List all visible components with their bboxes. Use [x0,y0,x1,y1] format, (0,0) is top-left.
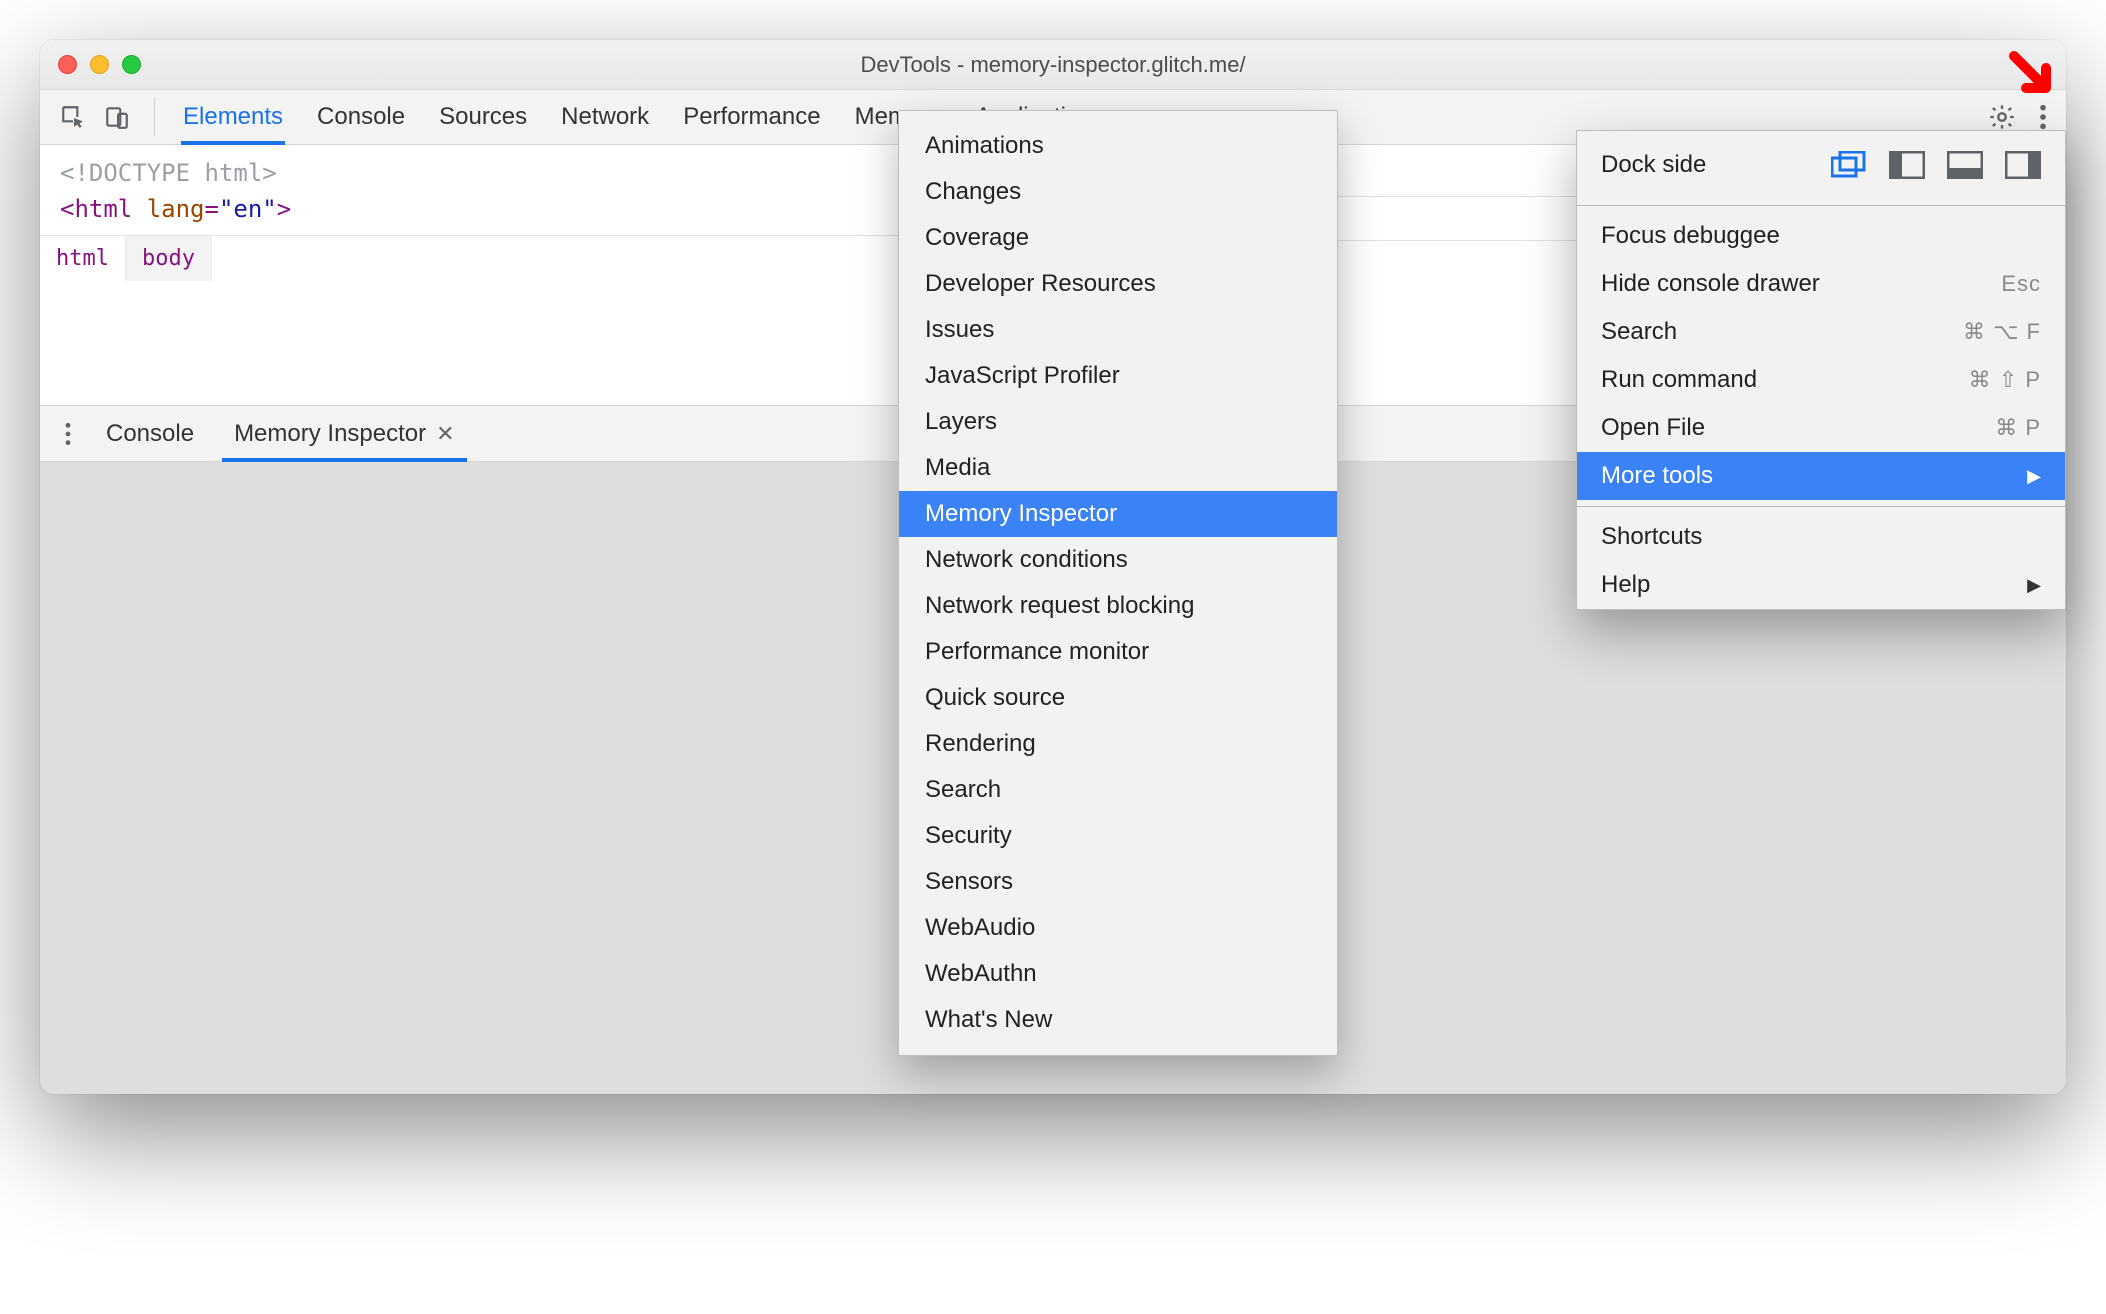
html-element-node[interactable]: <html lang="en"> [60,191,955,227]
more-tools-submenu: AnimationsChangesCoverageDeveloper Resou… [898,110,1338,1056]
menu-item-search[interactable]: Search⌘ ⌥ F [1577,308,2065,356]
divider [154,98,155,136]
submenu-item-rendering[interactable]: Rendering [899,721,1337,767]
tab-performance[interactable]: Performance [683,90,820,144]
submenu-item-media[interactable]: Media [899,445,1337,491]
menu-item-focus-debuggee[interactable]: Focus debuggee [1577,212,2065,260]
submenu-item-network-request-blocking[interactable]: Network request blocking [899,583,1337,629]
submenu-item-performance-monitor[interactable]: Performance monitor [899,629,1337,675]
tab-network[interactable]: Network [561,90,649,144]
inspect-element-icon[interactable] [60,104,86,130]
menu-item-open-file[interactable]: Open File⌘ P [1577,404,2065,452]
submenu-item-changes[interactable]: Changes [899,169,1337,215]
window-title: DevTools - memory-inspector.glitch.me/ [40,52,2066,78]
tab-elements[interactable]: Elements [183,90,283,144]
close-icon[interactable]: ✕ [436,421,454,447]
dock-side-row: Dock side [1577,131,2065,199]
window-titlebar: DevTools - memory-inspector.glitch.me/ [40,40,2066,90]
submenu-item-search[interactable]: Search [899,767,1337,813]
minimize-window-button[interactable] [90,55,109,74]
chevron-right-icon: ▶ [2027,575,2041,596]
settings-gear-icon[interactable] [1988,103,2016,131]
kebab-menu-icon[interactable] [2038,103,2048,131]
breadcrumb-html[interactable]: html [40,236,126,281]
dock-right-icon[interactable] [2005,151,2041,179]
chevron-right-icon: ▶ [2027,466,2041,487]
menu-item-help[interactable]: Help▶ [1577,561,2065,609]
submenu-item-issues[interactable]: Issues [899,307,1337,353]
submenu-item-quick-source[interactable]: Quick source [899,675,1337,721]
dock-left-icon[interactable] [1889,151,1925,179]
drawer-kebab-icon[interactable] [50,406,86,461]
dock-side-label: Dock side [1601,151,1706,179]
divider [1577,506,2065,507]
submenu-item-webaudio[interactable]: WebAudio [899,905,1337,951]
dock-bottom-icon[interactable] [1947,151,1983,179]
submenu-item-layers[interactable]: Layers [899,399,1337,445]
tab-sources[interactable]: Sources [439,90,527,144]
drawer-tab-memory-inspector[interactable]: Memory Inspector✕ [214,406,475,461]
submenu-item-animations[interactable]: Animations [899,123,1337,169]
submenu-item-developer-resources[interactable]: Developer Resources [899,261,1337,307]
submenu-item-javascript-profiler[interactable]: JavaScript Profiler [899,353,1337,399]
maximize-window-button[interactable] [122,55,141,74]
menu-item-shortcuts[interactable]: Shortcuts [1577,513,2065,561]
menu-item-run-command[interactable]: Run command⌘ ⇧ P [1577,356,2065,404]
submenu-item-sensors[interactable]: Sensors [899,859,1337,905]
breadcrumb-body[interactable]: body [126,236,212,281]
dock-undock-icon[interactable] [1831,151,1867,179]
traffic-lights [58,55,141,74]
doctype-node[interactable]: <!DOCTYPE html> [60,159,277,187]
submenu-item-memory-inspector[interactable]: Memory Inspector [899,491,1337,537]
red-arrow-annotation [2004,46,2064,106]
close-window-button[interactable] [58,55,77,74]
submenu-item-coverage[interactable]: Coverage [899,215,1337,261]
dom-breadcrumb: htmlbody [40,235,975,281]
device-toggle-icon[interactable] [104,104,130,130]
submenu-item-what-s-new[interactable]: What's New [899,997,1337,1043]
main-dropdown-menu: Dock side Focus debuggeeHide console dra… [1576,130,2066,610]
menu-item-more-tools[interactable]: More tools▶ [1577,452,2065,500]
shortcut-label: ⌘ P [1995,415,2041,441]
menu-item-hide-console-drawer[interactable]: Hide console drawerEsc [1577,260,2065,308]
shortcut-label: ⌘ ⌥ F [1963,319,2041,345]
submenu-item-network-conditions[interactable]: Network conditions [899,537,1337,583]
submenu-item-webauthn[interactable]: WebAuthn [899,951,1337,997]
drawer-tab-console[interactable]: Console [86,406,214,461]
tab-console[interactable]: Console [317,90,405,144]
shortcut-label: ⌘ ⇧ P [1969,367,2041,393]
submenu-item-security[interactable]: Security [899,813,1337,859]
divider [1577,205,2065,206]
shortcut-label: Esc [2001,271,2041,297]
dom-tree[interactable]: <!DOCTYPE html> <html lang="en"> [40,145,975,235]
